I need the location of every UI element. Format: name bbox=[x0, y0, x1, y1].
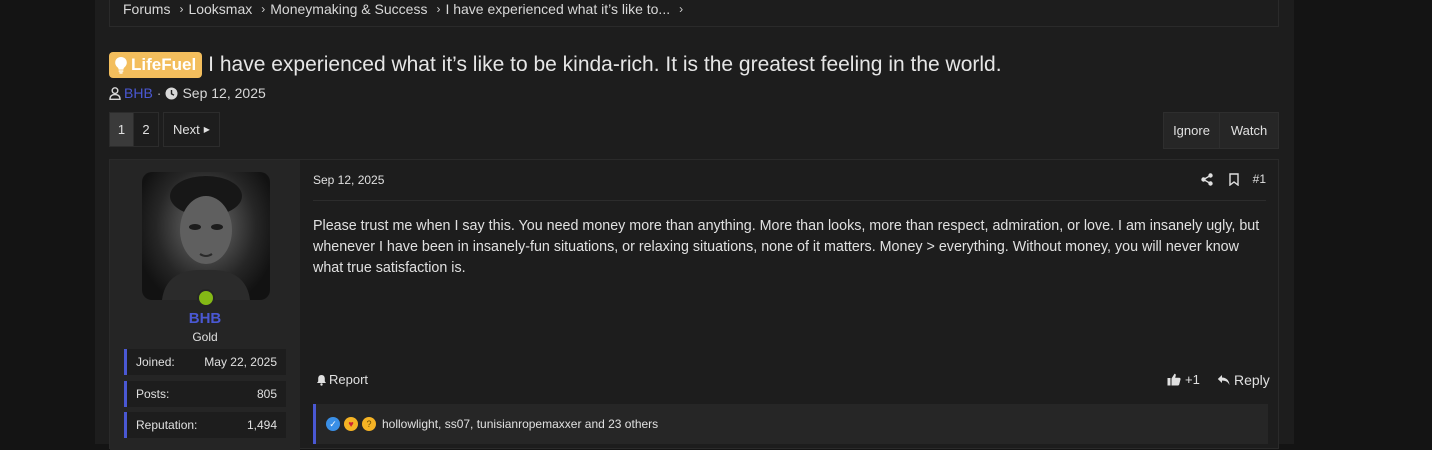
chevron-right-icon: › bbox=[179, 2, 184, 16]
breadcrumb-bar: Forums › Looksmax › Moneymaking & Succes… bbox=[109, 0, 1279, 27]
user-stat-posts: Posts: 805 bbox=[124, 381, 286, 407]
thread-prefix-badge[interactable]: LifeFuel bbox=[109, 52, 203, 78]
share-icon[interactable] bbox=[1200, 172, 1213, 186]
like-reaction-icon: ✓ bbox=[326, 417, 340, 431]
stat-label: Reputation: bbox=[136, 418, 198, 432]
reactions-list[interactable]: hollowlight, ss07, tunisianropemaxxer an… bbox=[382, 417, 658, 431]
avatar-portrait-icon bbox=[162, 176, 250, 300]
stat-label: Joined: bbox=[136, 355, 175, 369]
breadcrumb-forums[interactable]: Forums bbox=[123, 1, 170, 17]
clock-icon bbox=[165, 87, 178, 99]
breadcrumb: Forums › Looksmax › Moneymaking & Succes… bbox=[123, 1, 688, 17]
page-title: I have experienced what it’s like to be … bbox=[208, 53, 1002, 76]
breadcrumb-thread[interactable]: I have experienced what it’s like to... bbox=[445, 1, 670, 17]
user-rank: Gold bbox=[192, 330, 218, 344]
report-label: Report bbox=[329, 372, 369, 387]
thread-meta: BHB · Sep 12, 2025 bbox=[109, 85, 266, 101]
stat-value: May 22, 2025 bbox=[204, 355, 277, 369]
like-button[interactable]: +1 bbox=[1167, 372, 1200, 387]
reply-button[interactable]: Reply bbox=[1217, 372, 1270, 388]
page-2-button[interactable]: 2 bbox=[134, 112, 159, 147]
post-user-sidebar: BHB Gold Joined: May 22, 2025 Posts: 805… bbox=[110, 160, 300, 450]
stat-value: 1,494 bbox=[246, 418, 277, 432]
thinking-reaction-icon: ? bbox=[362, 417, 376, 431]
page-1-button[interactable]: 1 bbox=[109, 112, 134, 147]
stat-value: 805 bbox=[256, 387, 277, 401]
meta-separator: · bbox=[156, 85, 162, 101]
thread-title-row: LifeFuel I have experienced what it’s li… bbox=[109, 52, 1002, 78]
breadcrumb-looksmax[interactable]: Looksmax bbox=[188, 1, 252, 17]
thread-actions: Ignore Watch bbox=[1163, 112, 1279, 149]
like-count: +1 bbox=[1185, 372, 1200, 387]
chevron-right-icon: › bbox=[436, 2, 441, 16]
breadcrumb-moneymaking[interactable]: Moneymaking & Success bbox=[270, 1, 427, 17]
report-button[interactable]: Report bbox=[316, 372, 368, 387]
post-header-actions: #1 bbox=[1200, 172, 1266, 186]
user-icon bbox=[109, 86, 121, 100]
reply-icon bbox=[1217, 375, 1230, 385]
thumbs-up-icon bbox=[1167, 373, 1181, 386]
post-number[interactable]: #1 bbox=[1253, 172, 1266, 186]
next-label: Next bbox=[173, 122, 200, 137]
reactions-bar[interactable]: ✓ ♥ ? hollowlight, ss07, tunisianropemax… bbox=[313, 404, 1268, 444]
heart-eyes-reaction-icon: ♥ bbox=[344, 417, 358, 431]
caret-right-icon: ▶ bbox=[203, 125, 210, 134]
online-indicator bbox=[197, 289, 215, 307]
stat-label: Posts: bbox=[136, 387, 170, 401]
bell-icon bbox=[317, 374, 326, 386]
watch-button[interactable]: Watch bbox=[1220, 112, 1279, 149]
page-container: Forums › Looksmax › Moneymaking & Succes… bbox=[95, 0, 1294, 450]
post-username[interactable]: BHB bbox=[110, 310, 300, 327]
post-date[interactable]: Sep 12, 2025 bbox=[313, 173, 384, 187]
thread-author-link[interactable]: BHB bbox=[124, 85, 153, 101]
user-stat-reputation: Reputation: 1,494 bbox=[124, 412, 286, 438]
prefix-label: LifeFuel bbox=[131, 55, 197, 74]
post-body: Please trust me when I say this. You nee… bbox=[313, 218, 1260, 276]
chevron-right-icon: › bbox=[261, 2, 266, 16]
thread-date[interactable]: Sep 12, 2025 bbox=[182, 85, 265, 101]
post-header-divider bbox=[313, 200, 1266, 201]
chevron-right-icon: › bbox=[679, 2, 684, 16]
lightbulb-icon bbox=[115, 57, 127, 74]
ignore-button[interactable]: Ignore bbox=[1163, 112, 1220, 149]
bookmark-icon[interactable] bbox=[1228, 172, 1239, 186]
pagination: 1 2 Next ▶ bbox=[109, 112, 220, 147]
user-stat-joined: Joined: May 22, 2025 bbox=[124, 349, 286, 375]
post-message: BHB Gold Joined: May 22, 2025 Posts: 805… bbox=[109, 159, 1279, 450]
reply-label: Reply bbox=[1234, 372, 1270, 388]
next-page-button[interactable]: Next ▶ bbox=[163, 112, 220, 147]
avatar[interactable] bbox=[142, 172, 270, 300]
